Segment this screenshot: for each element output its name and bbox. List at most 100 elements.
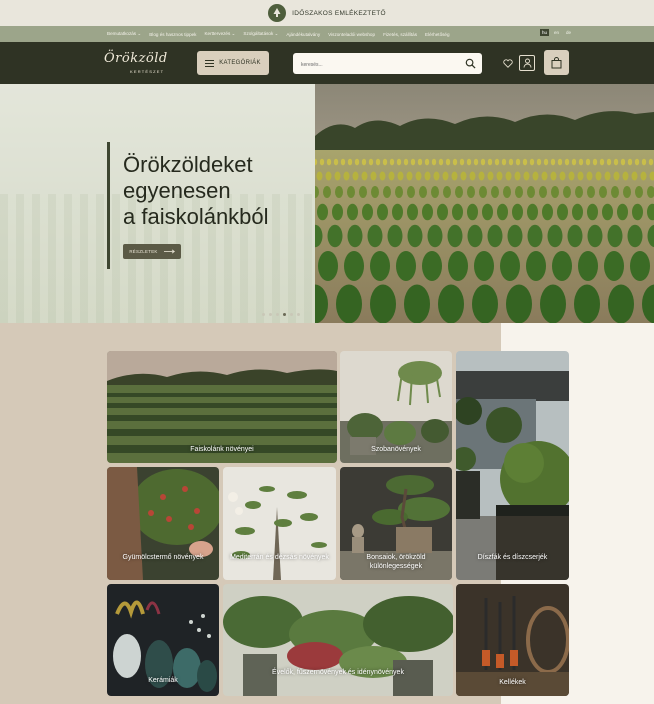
- nursery-shrub: [333, 158, 339, 166]
- nursery-shrub: [323, 186, 331, 198]
- nav-item-about[interactable]: Bemutatkozás ⌄: [107, 31, 141, 37]
- nursery-shrub: [407, 224, 423, 248]
- category-tile-mediterranean[interactable]: Mediterrán és dézsás növények: [223, 467, 336, 580]
- nursery-shrub: [496, 171, 503, 181]
- nursery-shrub: [617, 203, 628, 221]
- nursery-shrub: [354, 158, 360, 166]
- nursery-shrub: [466, 158, 472, 166]
- nursery-shrub: [587, 186, 595, 198]
- nursery-shrub: [527, 186, 535, 198]
- nursery-shrub: [568, 171, 575, 181]
- slider-dot[interactable]: [269, 313, 272, 316]
- nursery-shrub: [340, 158, 346, 166]
- nursery-shrub: [563, 186, 571, 198]
- nursery-shrub: [424, 171, 431, 181]
- nursery-shrub: [467, 203, 478, 221]
- hero-details-button[interactable]: RÉSZLETEK: [123, 244, 181, 259]
- category-tile-houseplants[interactable]: Szobanövények: [340, 351, 452, 463]
- nav-item-reseller-shop[interactable]: Viszonteladói webshop: [328, 32, 375, 37]
- nursery-shrub: [539, 186, 547, 198]
- announcement-text[interactable]: IDŐSZAKOS EMLÉKEZTETŐ: [292, 10, 386, 17]
- nursery-shrub: [389, 158, 395, 166]
- nursery-shrub: [370, 284, 396, 323]
- lang-hu[interactable]: hu: [540, 29, 550, 36]
- nursery-shrub: [536, 158, 542, 166]
- cart-button[interactable]: [544, 50, 569, 75]
- account-user-icon[interactable]: [519, 55, 535, 71]
- category-tile-bonsai[interactable]: Bonsaiok, örökzöld különlegességek: [340, 467, 452, 580]
- category-tile-nursery[interactable]: Faiskolánk növényei: [107, 351, 337, 463]
- hero-title: Örökzöldeket egyenesen a faiskolánkból: [123, 152, 313, 230]
- nursery-shrub: [459, 158, 465, 166]
- nav-item-blog[interactable]: Blog és hasznos tippek: [149, 32, 196, 37]
- main-header: Örökzöld KERTÉSZET KATEGÓRIÁK: [0, 42, 654, 84]
- nursery-shrub: [317, 203, 328, 221]
- nursery-shrub: [447, 224, 463, 248]
- nursery-shrub: [383, 186, 391, 198]
- hero-title-line-1: Örökzöldeket: [123, 152, 253, 177]
- slider-dot[interactable]: [283, 313, 286, 316]
- search-box: [293, 53, 482, 76]
- category-tile-accessories[interactable]: Kellékek: [456, 584, 569, 696]
- nursery-shrub: [445, 158, 451, 166]
- nav-item-gift-voucher[interactable]: Ajándékutalvány: [286, 32, 320, 37]
- slider-dot[interactable]: [290, 313, 293, 316]
- nursery-shrub: [540, 284, 566, 323]
- nav-item-contact[interactable]: Elérhetőség: [425, 32, 450, 37]
- nursery-shrub: [375, 158, 381, 166]
- hero-button-label: RÉSZLETEK: [129, 249, 158, 254]
- categories-button[interactable]: KATEGÓRIÁK: [197, 51, 269, 75]
- nursery-shrub: [467, 224, 483, 248]
- nursery-shrub: [641, 158, 647, 166]
- slider-dot[interactable]: [262, 313, 265, 316]
- nursery-shrub: [438, 158, 444, 166]
- nursery-shrub: [367, 224, 383, 248]
- nursery-shrub: [474, 251, 494, 281]
- nursery-shrub: [567, 224, 583, 248]
- nursery-shrub: [604, 251, 624, 281]
- nursery-shrub: [508, 158, 514, 166]
- tree-badge-icon: [268, 4, 287, 22]
- nursery-shrub: [451, 171, 458, 181]
- nursery-shrub: [631, 171, 638, 181]
- category-tile-fruit[interactable]: Gyümölcstermő növények: [107, 467, 219, 580]
- nursery-shrub: [397, 171, 404, 181]
- category-tile-ceramics[interactable]: Kerámiák: [107, 584, 219, 696]
- nursery-shrub: [332, 203, 343, 221]
- nursery-shrub: [497, 203, 508, 221]
- nursery-shrub: [352, 171, 359, 181]
- nursery-shrub: [587, 203, 598, 221]
- nursery-shrub: [602, 203, 613, 221]
- nav-item-payment-shipping[interactable]: Fizetés, szállítás: [383, 32, 417, 37]
- wishlist-heart-icon[interactable]: [500, 55, 516, 71]
- lang-en[interactable]: en: [552, 29, 561, 36]
- nursery-shrub: [344, 251, 364, 281]
- lang-de[interactable]: de: [564, 29, 573, 36]
- nursery-shrub: [564, 158, 570, 166]
- nursery-shrub: [505, 171, 512, 181]
- nursery-shrub: [387, 224, 403, 248]
- nursery-shrub: [630, 251, 650, 281]
- nursery-shrub: [575, 186, 583, 198]
- site-logo[interactable]: Örökzöld KERTÉSZET: [104, 51, 174, 77]
- search-icon[interactable]: [465, 58, 476, 69]
- slider-dot[interactable]: [276, 313, 279, 316]
- nursery-shrub: [547, 224, 563, 248]
- nursery-shrub: [478, 171, 485, 181]
- nursery-shrub: [396, 158, 402, 166]
- nursery-shrub: [431, 186, 439, 198]
- category-label-mediterranean: Mediterrán és dézsás növények: [230, 554, 329, 561]
- nursery-shrub: [527, 203, 538, 221]
- nav-item-services[interactable]: Szolgáltatások ⌄: [243, 31, 278, 37]
- nursery-shrub: [529, 158, 535, 166]
- category-tile-perennials[interactable]: Évelők, fűszernövények és idénynövények: [223, 584, 453, 696]
- nursery-shrub: [577, 171, 584, 181]
- nursery-shrub: [586, 171, 593, 181]
- nursery-shrub: [334, 171, 341, 181]
- slider-dot[interactable]: [297, 313, 300, 316]
- nursery-shrub: [487, 224, 503, 248]
- category-tile-ornamental-trees[interactable]: Díszfák és díszcserjék: [456, 351, 569, 580]
- nav-item-garden-design[interactable]: Kerttervezés ⌄: [204, 31, 235, 37]
- search-input[interactable]: [293, 54, 453, 76]
- nursery-shrub: [347, 224, 363, 248]
